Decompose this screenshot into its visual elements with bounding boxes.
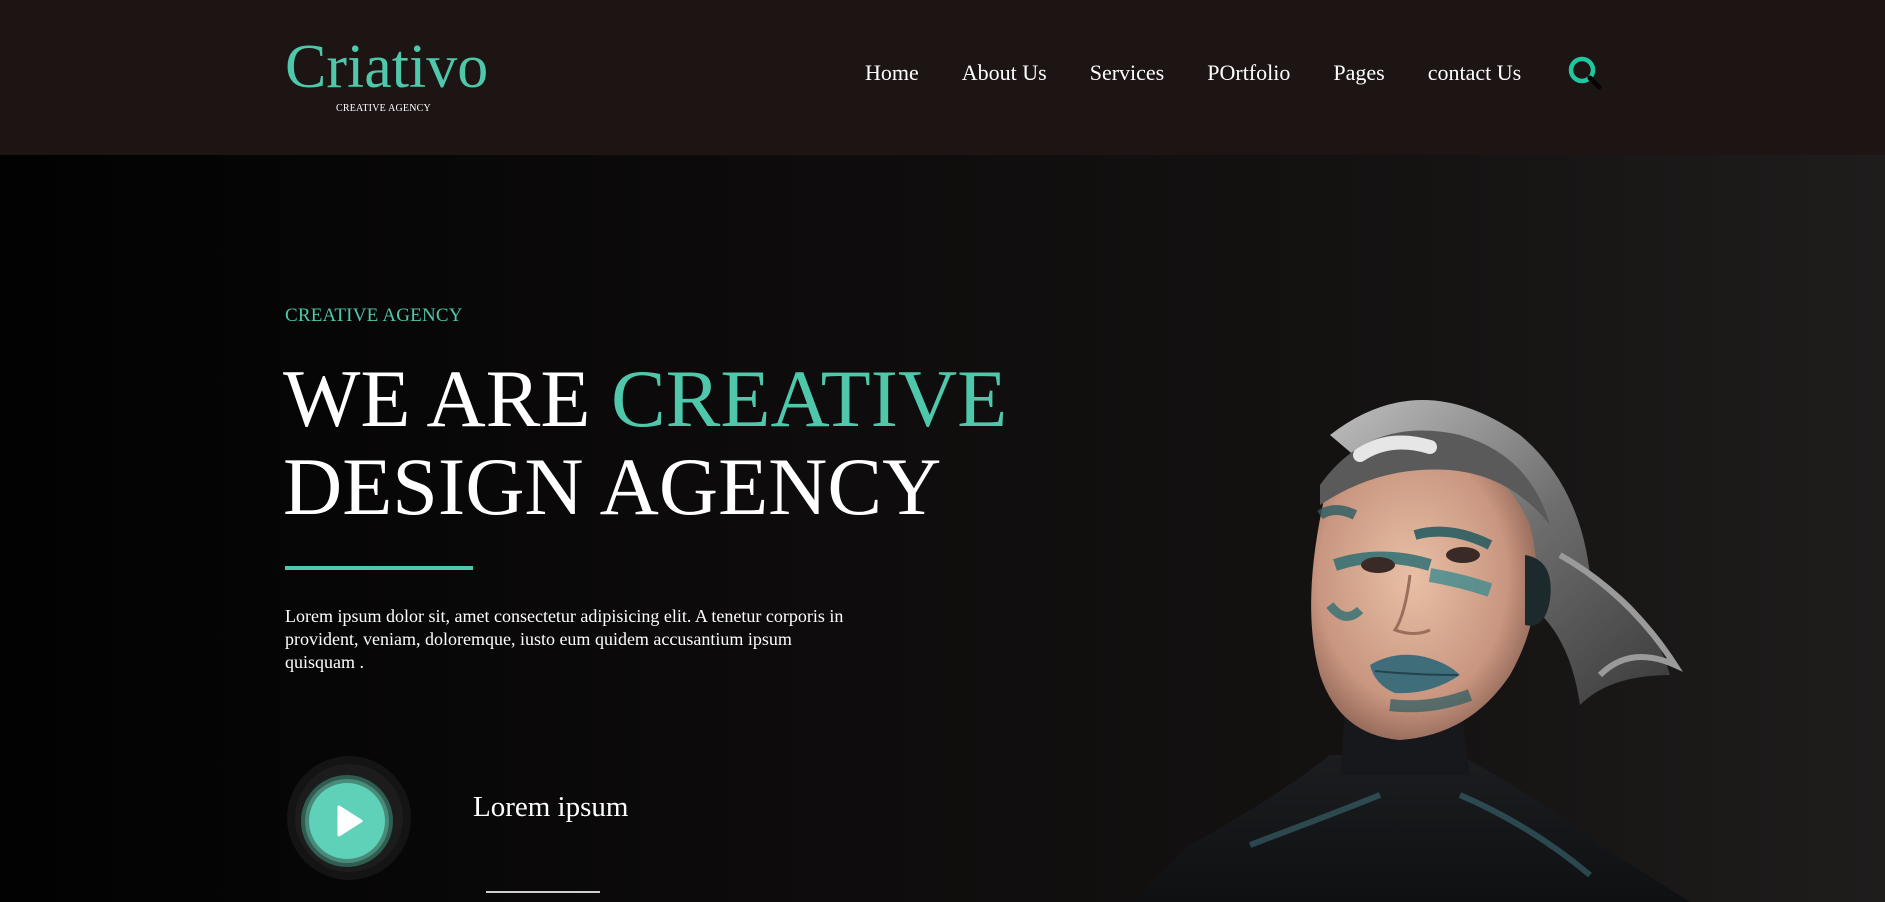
hero-portrait-image bbox=[1130, 375, 1810, 902]
logo[interactable]: Criativo CREATIVE AGENCY bbox=[285, 30, 505, 120]
search-icon bbox=[1568, 56, 1602, 90]
play-video-button[interactable] bbox=[286, 755, 412, 881]
nav-item-about-us[interactable]: About Us bbox=[962, 60, 1047, 86]
nav-item-home[interactable]: Home bbox=[865, 60, 919, 86]
headline-accent: CREATIVE bbox=[610, 353, 1008, 444]
hero-description: Lorem ipsum dolor sit, amet consectetur … bbox=[285, 606, 844, 672]
site-header: Criativo CREATIVE AGENCY Home About Us S… bbox=[0, 0, 1885, 155]
video-label-line bbox=[486, 891, 600, 893]
hero-headline: WE ARE CREATIVE DESIGN AGENCY bbox=[283, 355, 1007, 531]
headline-line-2: DESIGN AGENCY bbox=[283, 441, 942, 532]
search-button[interactable] bbox=[1567, 55, 1605, 93]
nav-item-pages[interactable]: Pages bbox=[1333, 60, 1384, 86]
headline-line-1: WE ARE CREATIVE bbox=[283, 355, 1007, 443]
hero-eyebrow: CREATIVE AGENCY bbox=[285, 305, 463, 326]
logo-tagline: CREATIVE AGENCY bbox=[336, 103, 431, 114]
logo-text: Criativo bbox=[285, 33, 489, 101]
headline-part-1: WE ARE bbox=[283, 353, 611, 444]
page: Criativo CREATIVE AGENCY Home About Us S… bbox=[0, 0, 1885, 902]
nav-item-services[interactable]: Services bbox=[1090, 60, 1165, 86]
hero-section: CREATIVE AGENCY WE ARE CREATIVE DESIGN A… bbox=[0, 155, 1885, 902]
main-nav: Home About Us Services POrtfolio Pages c… bbox=[865, 56, 1521, 90]
video-label: Lorem ipsum bbox=[473, 791, 629, 823]
headline-divider bbox=[285, 566, 473, 570]
play-icon bbox=[287, 756, 411, 880]
nav-item-portfolio[interactable]: POrtfolio bbox=[1207, 60, 1290, 86]
nav-item-contact-us[interactable]: contact Us bbox=[1428, 60, 1521, 86]
portrait-illustration bbox=[1130, 400, 1690, 902]
